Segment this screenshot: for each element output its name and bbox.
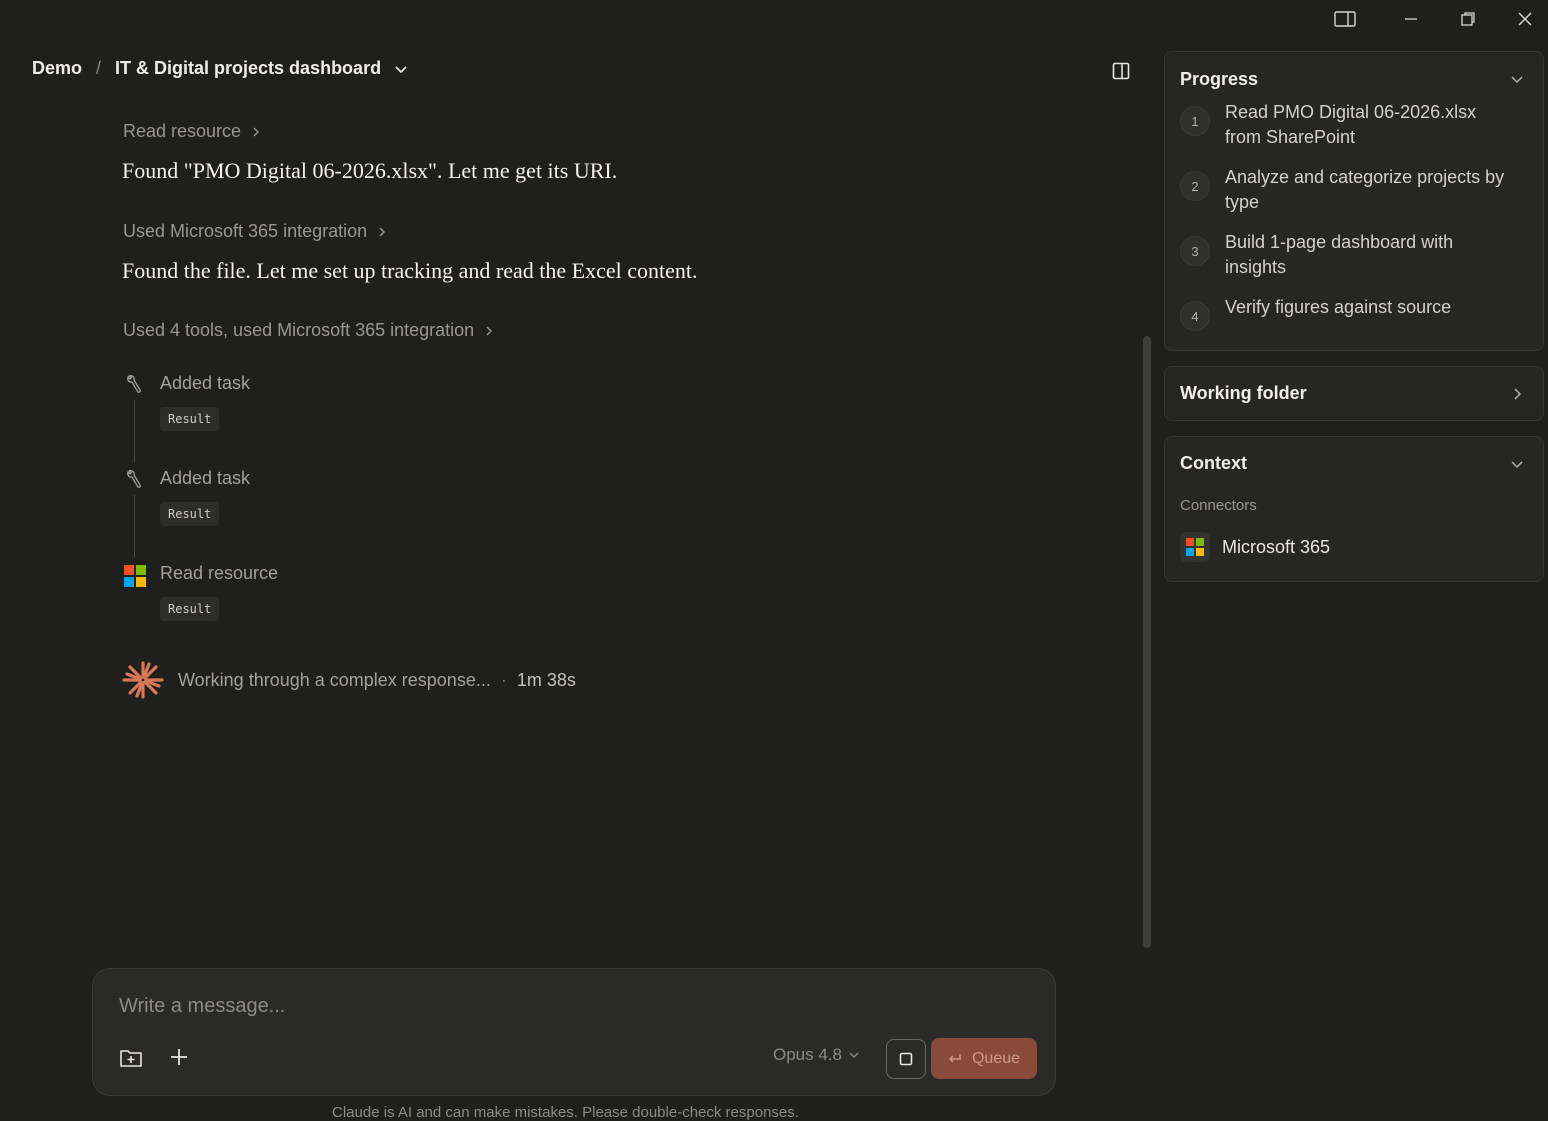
working-folder-title[interactable]: Working folder (1180, 383, 1307, 404)
chevron-right-icon[interactable] (1507, 384, 1527, 404)
claude-spark-icon (122, 660, 164, 700)
plus-icon[interactable] (165, 1043, 193, 1071)
elapsed-time: 1m 38s (516, 669, 576, 690)
status-text: Working through a complex response... (178, 669, 491, 690)
progress-step: 2 Analyze and categorize projects by typ… (1180, 167, 1520, 215)
message-composer: Opus 4.8 Queue (92, 968, 1056, 1096)
chevron-down-icon[interactable] (1507, 454, 1527, 474)
page-title[interactable]: IT & Digital projects dashboard (115, 58, 381, 79)
chevron-down-icon (848, 1050, 860, 1060)
step-number: 1 (1180, 106, 1210, 136)
timeline-connector (134, 495, 135, 557)
result-badge[interactable]: Result (160, 502, 220, 526)
context-card: Context Connectors Microsoft 365 (1164, 436, 1544, 582)
chevron-down-icon[interactable] (393, 61, 409, 77)
wrench-icon (124, 468, 144, 490)
context-title[interactable]: Context (1180, 453, 1247, 474)
progress-step: 3 Build 1-page dashboard with insights (1180, 232, 1520, 280)
tool-item-label[interactable]: Added task (160, 468, 250, 489)
step-text: Analyze and categorize projects by type (1225, 167, 1505, 212)
panel-right-icon[interactable] (1110, 60, 1132, 82)
breadcrumb-project[interactable]: Demo (32, 58, 82, 79)
tool-call-label: Used Microsoft 365 integration (123, 221, 368, 241)
status-separator: · (500, 669, 507, 690)
step-number: 2 (1180, 171, 1210, 201)
result-badge[interactable]: Result (160, 407, 220, 431)
disclaimer: Claude is AI and can make mistakes. Plea… (332, 1104, 799, 1121)
chevron-down-icon[interactable] (1507, 69, 1527, 89)
assistant-message: Found "PMO Digital 06-2026.xlsx". Let me… (122, 158, 618, 183)
working-status: Working through a complex response... · … (122, 660, 576, 700)
message-input[interactable] (119, 995, 1019, 1018)
tool-call-label: Read resource (123, 121, 242, 141)
stop-button[interactable] (886, 1039, 926, 1079)
timeline-connector (134, 400, 135, 462)
enter-arrow-icon (948, 1053, 962, 1065)
progress-card: Progress 1 Read PMO Digital 06-2026.xlsx… (1164, 51, 1544, 351)
progress-step: 1 Read PMO Digital 06-2026.xlsx from Sha… (1180, 102, 1520, 150)
microsoft-icon (1180, 532, 1210, 562)
step-text: Read PMO Digital 06-2026.xlsx from Share… (1225, 102, 1477, 147)
connector-name[interactable]: Microsoft 365 (1222, 537, 1330, 558)
tool-call-read-resource[interactable]: Read resource (123, 121, 261, 142)
step-number: 4 (1180, 301, 1210, 331)
step-text: Build 1-page dashboard with insights (1225, 232, 1454, 277)
progress-step: 4 Verify figures against source (1180, 297, 1520, 331)
tool-call-microsoft-365[interactable]: Used Microsoft 365 integration (123, 221, 387, 242)
chevron-down-icon (484, 325, 494, 337)
progress-title[interactable]: Progress (1180, 69, 1258, 90)
model-selector[interactable]: Opus 4.8 (773, 1045, 860, 1065)
stop-icon (899, 1052, 913, 1066)
chevron-right-icon (251, 126, 261, 138)
microsoft-icon (124, 565, 146, 587)
step-number: 3 (1180, 236, 1210, 266)
model-name: Opus 4.8 (773, 1045, 842, 1064)
scrollbar-thumb[interactable] (1143, 336, 1151, 948)
breadcrumb-separator: / (96, 58, 102, 78)
assistant-message: Found the file. Let me set up tracking a… (122, 258, 698, 283)
chevron-right-icon (377, 226, 387, 238)
result-badge[interactable]: Result (160, 597, 220, 621)
connectors-label: Connectors (1180, 497, 1257, 514)
minimize-icon[interactable] (1397, 6, 1425, 32)
tool-call-label: Used 4 tools, used Microsoft 365 integra… (123, 320, 475, 340)
tool-item-label[interactable]: Added task (160, 373, 250, 394)
tool-call-group[interactable]: Used 4 tools, used Microsoft 365 integra… (123, 320, 494, 341)
breadcrumb: Demo / IT & Digital projects dashboard (32, 58, 409, 79)
queue-button[interactable]: Queue (931, 1038, 1037, 1079)
queue-label: Queue (971, 1049, 1021, 1067)
close-icon[interactable] (1511, 6, 1539, 32)
working-folder-card[interactable]: Working folder (1164, 366, 1544, 421)
step-text: Verify figures against source (1225, 297, 1452, 317)
wrench-icon (124, 373, 144, 395)
sidebar-toggle-icon[interactable] (1331, 6, 1359, 32)
tool-item-label[interactable]: Read resource (160, 563, 278, 584)
restore-icon[interactable] (1454, 6, 1482, 32)
folder-plus-icon[interactable] (117, 1044, 145, 1072)
